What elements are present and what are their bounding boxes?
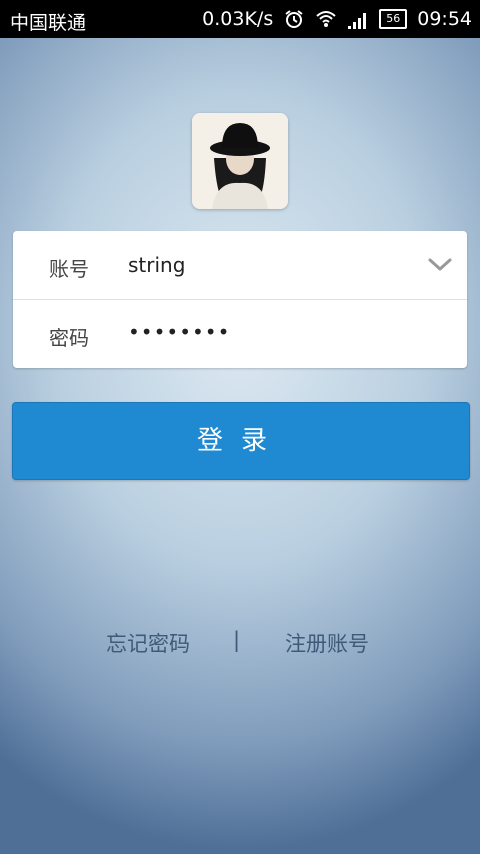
link-separator: | (233, 628, 241, 652)
status-right: 0.03K/s 56 09:54 (202, 8, 472, 30)
login-form: 账号 string 密码 •••••••• (13, 231, 467, 368)
chevron-down-icon[interactable] (425, 249, 455, 279)
footer-links: 忘记密码 | 注册账号 (0, 628, 480, 658)
account-row[interactable]: 账号 string (13, 231, 467, 299)
login-button[interactable]: 登录 (12, 402, 470, 480)
wifi-icon (315, 8, 337, 30)
avatar[interactable] (192, 113, 288, 209)
status-bar: 中国联通 0.03K/s 56 09:54 (0, 0, 480, 38)
battery-icon: 56 (379, 9, 408, 29)
password-label: 密码 (49, 326, 89, 350)
carrier-name: 中国联通 (10, 12, 87, 34)
account-label: 账号 (49, 257, 89, 281)
account-input[interactable]: string (128, 253, 185, 277)
clock: 09:54 (417, 8, 472, 30)
signal-icon (347, 8, 369, 30)
password-row[interactable]: 密码 •••••••• (13, 300, 467, 368)
net-speed: 0.03K/s (202, 8, 274, 30)
alarm-icon (283, 8, 305, 30)
password-input[interactable]: •••••••• (128, 320, 230, 344)
register-link[interactable]: 注册账号 (285, 628, 369, 658)
forgot-password-link[interactable]: 忘记密码 (106, 628, 190, 658)
avatar-image (192, 113, 288, 209)
